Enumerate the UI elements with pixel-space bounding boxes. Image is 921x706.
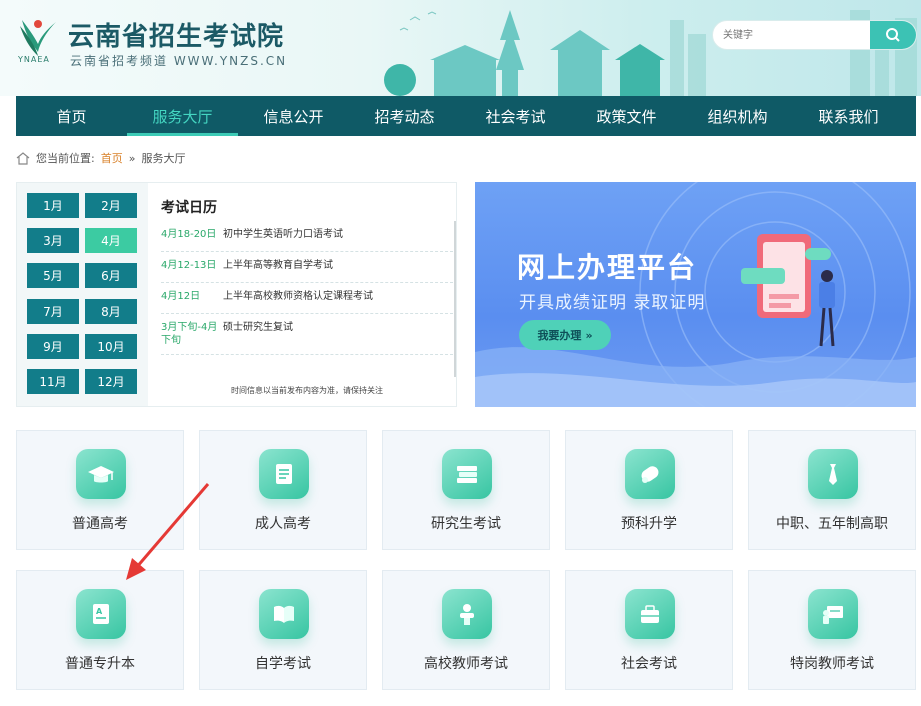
service-label: 特岗教师考试: [790, 656, 874, 672]
nav-item-service-hall[interactable]: 服务大厅: [127, 96, 238, 136]
event-name: 初中学生英语听力口语考试: [223, 229, 343, 240]
calendar-scrollbar[interactable]: [454, 221, 456, 377]
svg-text:A: A: [96, 607, 103, 616]
service-tile-upgrade-bachelor[interactable]: A 普通专升本: [16, 570, 184, 690]
month-button-8[interactable]: 8月: [85, 299, 137, 324]
grade-paper-icon: A: [76, 589, 126, 639]
event-date: 3月下旬-4月下旬: [161, 322, 218, 346]
search-button[interactable]: [870, 21, 916, 49]
search-input[interactable]: [713, 21, 873, 49]
service-label: 普通专升本: [65, 656, 135, 672]
month-button-6[interactable]: 6月: [85, 263, 137, 288]
nav-item-exam-news[interactable]: 招考动态: [349, 96, 460, 136]
event-date: 4月12-13日: [161, 260, 217, 271]
nav-item-policy-docs[interactable]: 政策文件: [571, 96, 682, 136]
event-name: 硕士研究生复试: [223, 322, 293, 333]
breadcrumb: 您当前位置: 首页 » 服务大厅: [16, 150, 185, 166]
apply-now-button[interactable]: 我要办理 »: [519, 320, 611, 350]
search-box: [712, 20, 917, 50]
calendar-note: 时间信息以当前发布内容为准，请保持关注: [231, 386, 383, 395]
month-button-7[interactable]: 7月: [27, 299, 79, 324]
breadcrumb-prefix: 您当前位置:: [36, 152, 95, 165]
service-tile-graduate-exam[interactable]: 研究生考试: [382, 430, 550, 550]
service-label: 自学考试: [255, 656, 311, 672]
service-tile-vocational[interactable]: 中职、五年制高职: [748, 430, 916, 550]
nav-item-social-exams[interactable]: 社会考试: [460, 96, 571, 136]
service-tile-special-teacher[interactable]: 特岗教师考试: [748, 570, 916, 690]
service-label: 成人高考: [255, 516, 311, 532]
service-label: 中职、五年制高职: [776, 516, 888, 532]
event-date: 4月18-20日: [161, 229, 217, 240]
scroll-icon: [259, 449, 309, 499]
month-button-1[interactable]: 1月: [27, 193, 79, 218]
calendar-event[interactable]: 4月12-13日 上半年高等教育自学考试: [161, 252, 453, 283]
red-arrow-annotation: [126, 483, 210, 580]
month-button-10[interactable]: 10月: [85, 334, 137, 359]
month-button-11[interactable]: 11月: [27, 369, 79, 394]
home-icon: [16, 151, 30, 165]
apply-now-label: 我要办理: [537, 329, 582, 342]
nav-item-contact[interactable]: 联系我们: [793, 96, 904, 136]
briefcase-icon: [625, 589, 675, 639]
nav-item-info-disclosure[interactable]: 信息公开: [238, 96, 349, 136]
exam-calendar: 1月 2月 3月 4月 5月 6月 7月 8月 9月 10月 11月 12月 考…: [16, 182, 457, 407]
graduation-cap-icon: [76, 449, 126, 499]
service-tile-self-study[interactable]: 自学考试: [199, 570, 367, 690]
month-button-12[interactable]: 12月: [85, 369, 137, 394]
nav-item-organization[interactable]: 组织机构: [682, 96, 793, 136]
main-nav: 首页 服务大厅 信息公开 招考动态 社会考试 政策文件 组织机构 联系我们: [16, 96, 916, 136]
calendar-title: 考试日历: [161, 200, 217, 216]
breadcrumb-separator: »: [128, 151, 136, 165]
site-subtitle: 云南省招考频道 WWW.YNZS.CN: [70, 54, 288, 68]
open-book-icon: [259, 589, 309, 639]
service-label: 研究生考试: [431, 516, 501, 532]
month-button-9[interactable]: 9月: [27, 334, 79, 359]
banner-subtitle: 开具成绩证明 录取证明: [519, 293, 706, 313]
blackboard-icon: [808, 589, 858, 639]
calendar-event[interactable]: 4月12日 上半年高校教师资格认定课程考试: [161, 283, 453, 314]
calendar-event[interactable]: 4月18-20日 初中学生英语听力口语考试: [161, 221, 453, 252]
service-label: 预科升学: [621, 516, 677, 532]
service-label: 社会考试: [621, 656, 677, 672]
month-button-3[interactable]: 3月: [27, 228, 79, 253]
teacher-icon: [442, 589, 492, 639]
service-tile-adult-gaokao[interactable]: 成人高考: [199, 430, 367, 550]
diploma-icon: [625, 449, 675, 499]
tie-icon: [808, 449, 858, 499]
site-header: YNAEA 云南省招生考试院 云南省招考频道 WWW.YNZS.CN: [0, 0, 921, 96]
service-tile-college-teacher[interactable]: 高校教师考试: [382, 570, 550, 690]
online-service-banner[interactable]: 网上办理平台 开具成绩证明 录取证明 我要办理 »: [475, 182, 916, 407]
month-button-5[interactable]: 5月: [27, 263, 79, 288]
site-title: 云南省招生考试院: [68, 22, 285, 52]
banner-title: 网上办理平台: [517, 251, 698, 284]
service-tile-social-exam[interactable]: 社会考试: [565, 570, 733, 690]
event-date: 4月12日: [161, 291, 201, 302]
calendar-event-list: 4月18-20日 初中学生英语听力口语考试 4月12-13日 上半年高等教育自学…: [161, 221, 453, 355]
logo-text: YNAEA: [18, 55, 50, 64]
calendar-event[interactable]: 3月下旬-4月下旬 硕士研究生复试: [161, 314, 453, 355]
nav-item-home[interactable]: 首页: [16, 96, 127, 136]
books-icon: [442, 449, 492, 499]
breadcrumb-home-link[interactable]: 首页: [101, 150, 123, 166]
double-chevron-right-icon: »: [585, 328, 593, 342]
service-tile-preparatory[interactable]: 预科升学: [565, 430, 733, 550]
month-selector: 1月 2月 3月 4月 5月 6月 7月 8月 9月 10月 11月 12月: [17, 183, 148, 406]
month-button-4[interactable]: 4月: [85, 228, 137, 253]
search-icon: [886, 28, 900, 42]
event-name: 上半年高校教师资格认定课程考试: [223, 291, 373, 302]
breadcrumb-current: 服务大厅: [141, 152, 186, 165]
service-label: 高校教师考试: [424, 656, 508, 672]
month-button-2[interactable]: 2月: [85, 193, 137, 218]
event-name: 上半年高等教育自学考试: [223, 260, 333, 271]
